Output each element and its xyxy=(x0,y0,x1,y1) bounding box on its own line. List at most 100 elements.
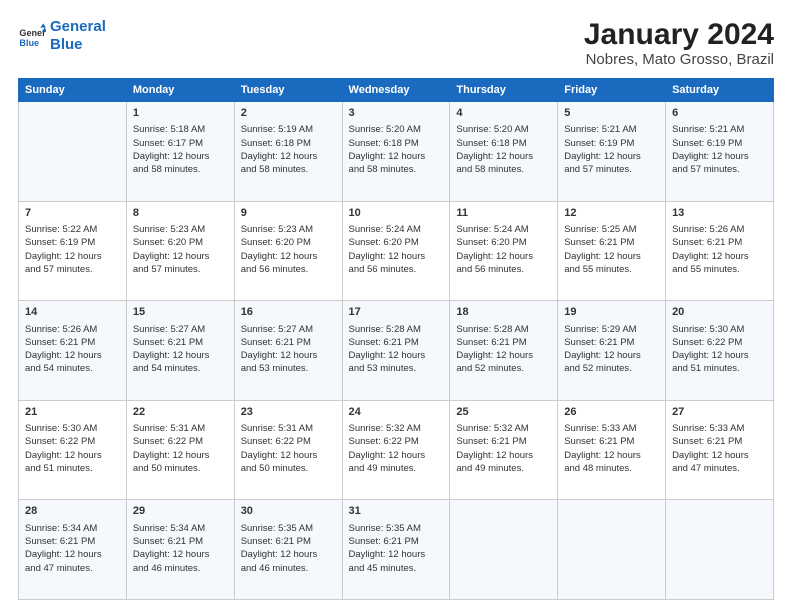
day-info: Sunrise: 5:31 AM Sunset: 6:22 PM Dayligh… xyxy=(241,422,336,475)
calendar-week-row: 21Sunrise: 5:30 AM Sunset: 6:22 PM Dayli… xyxy=(19,400,774,500)
calendar-cell: 28 Sunrise: 5:34 AM Sunset: 6:21 PM Dayli… xyxy=(19,500,127,600)
day-number: 7 xyxy=(25,206,120,221)
calendar-week-row: 28 Sunrise: 5:34 AM Sunset: 6:21 PM Dayli… xyxy=(19,500,774,600)
calendar-cell: 5Sunrise: 5:21 AM Sunset: 6:19 PM Daylig… xyxy=(558,102,666,202)
calendar-cell xyxy=(558,500,666,600)
day-info: Sunrise: 5:22 AM Sunset: 6:19 PM Dayligh… xyxy=(25,223,120,276)
calendar-cell: 10 Sunrise: 5:24 AM Sunset: 6:20 PM Dayli… xyxy=(342,201,450,301)
day-number: 2 xyxy=(241,106,336,121)
day-number: 3 xyxy=(349,106,444,121)
day-info: Sunrise: 5:35 AM Sunset: 6:21 PM Dayligh… xyxy=(241,522,336,575)
svg-text:General: General xyxy=(19,28,46,38)
calendar-cell xyxy=(666,500,774,600)
col-sunday: Sunday xyxy=(19,79,127,102)
day-number: 1 xyxy=(133,106,228,121)
day-info: Sunrise: 5:28 AM Sunset: 6:21 PM Dayligh… xyxy=(349,323,444,376)
day-number: 24 xyxy=(349,405,444,420)
calendar-cell: 19 Sunrise: 5:29 AM Sunset: 6:21 PM Dayli… xyxy=(558,301,666,401)
calendar-cell: 20 Sunrise: 5:30 AM Sunset: 6:22 PM Dayli… xyxy=(666,301,774,401)
day-info: Sunrise: 5:30 AM Sunset: 6:22 PM Dayligh… xyxy=(672,323,767,376)
calendar-cell: 11Sunrise: 5:24 AM Sunset: 6:20 PM Dayli… xyxy=(450,201,558,301)
day-info: Sunrise: 5:20 AM Sunset: 6:18 PM Dayligh… xyxy=(349,123,444,176)
day-number: 10 xyxy=(349,206,444,221)
day-number: 19 xyxy=(564,305,659,320)
logo-text: GeneralBlue xyxy=(50,18,106,54)
calendar-cell: 6Sunrise: 5:21 AM Sunset: 6:19 PM Daylig… xyxy=(666,102,774,202)
day-info: Sunrise: 5:32 AM Sunset: 6:22 PM Dayligh… xyxy=(349,422,444,475)
day-number: 31 xyxy=(349,504,444,519)
col-monday: Monday xyxy=(126,79,234,102)
day-number: 30 xyxy=(241,504,336,519)
calendar-cell: 7 Sunrise: 5:22 AM Sunset: 6:19 PM Daylig… xyxy=(19,201,127,301)
calendar-cell: 26 Sunrise: 5:33 AM Sunset: 6:21 PM Dayli… xyxy=(558,400,666,500)
calendar-cell: 23 Sunrise: 5:31 AM Sunset: 6:22 PM Dayli… xyxy=(234,400,342,500)
day-number: 8 xyxy=(133,206,228,221)
calendar-cell: 22 Sunrise: 5:31 AM Sunset: 6:22 PM Dayli… xyxy=(126,400,234,500)
main-title: January 2024 xyxy=(584,18,774,51)
col-friday: Friday xyxy=(558,79,666,102)
day-number: 14 xyxy=(25,305,120,320)
day-info: Sunrise: 5:19 AM Sunset: 6:18 PM Dayligh… xyxy=(241,123,336,176)
day-number: 15 xyxy=(133,305,228,320)
col-thursday: Thursday xyxy=(450,79,558,102)
day-number: 28 xyxy=(25,504,120,519)
svg-text:Blue: Blue xyxy=(19,38,39,48)
day-number: 4 xyxy=(456,106,551,121)
day-info: Sunrise: 5:27 AM Sunset: 6:21 PM Dayligh… xyxy=(133,323,228,376)
day-info: Sunrise: 5:33 AM Sunset: 6:21 PM Dayligh… xyxy=(564,422,659,475)
day-number: 5 xyxy=(564,106,659,121)
calendar-cell: 21Sunrise: 5:30 AM Sunset: 6:22 PM Dayli… xyxy=(19,400,127,500)
day-info: Sunrise: 5:32 AM Sunset: 6:21 PM Dayligh… xyxy=(456,422,551,475)
calendar-cell: 13 Sunrise: 5:26 AM Sunset: 6:21 PM Dayli… xyxy=(666,201,774,301)
day-number: 22 xyxy=(133,405,228,420)
day-info: Sunrise: 5:18 AM Sunset: 6:17 PM Dayligh… xyxy=(133,123,228,176)
calendar-table: Sunday Monday Tuesday Wednesday Thursday… xyxy=(18,78,774,600)
day-info: Sunrise: 5:29 AM Sunset: 6:21 PM Dayligh… xyxy=(564,323,659,376)
calendar-cell: 3 Sunrise: 5:20 AM Sunset: 6:18 PM Daylig… xyxy=(342,102,450,202)
day-info: Sunrise: 5:23 AM Sunset: 6:20 PM Dayligh… xyxy=(241,223,336,276)
col-saturday: Saturday xyxy=(666,79,774,102)
calendar-cell: 15 Sunrise: 5:27 AM Sunset: 6:21 PM Dayli… xyxy=(126,301,234,401)
day-number: 27 xyxy=(672,405,767,420)
day-number: 26 xyxy=(564,405,659,420)
title-block: January 2024 Nobres, Mato Grosso, Brazil xyxy=(584,18,774,68)
calendar-week-row: 14 Sunrise: 5:26 AM Sunset: 6:21 PM Dayli… xyxy=(19,301,774,401)
calendar-cell: 8 Sunrise: 5:23 AM Sunset: 6:20 PM Daylig… xyxy=(126,201,234,301)
day-info: Sunrise: 5:23 AM Sunset: 6:20 PM Dayligh… xyxy=(133,223,228,276)
day-number: 20 xyxy=(672,305,767,320)
calendar-cell: 12 Sunrise: 5:25 AM Sunset: 6:21 PM Dayli… xyxy=(558,201,666,301)
calendar-cell: 25 Sunrise: 5:32 AM Sunset: 6:21 PM Dayli… xyxy=(450,400,558,500)
day-number: 25 xyxy=(456,405,551,420)
logo-icon: General Blue xyxy=(18,22,46,50)
calendar-cell: 14 Sunrise: 5:26 AM Sunset: 6:21 PM Dayli… xyxy=(19,301,127,401)
day-info: Sunrise: 5:34 AM Sunset: 6:21 PM Dayligh… xyxy=(25,522,120,575)
calendar-cell: 18Sunrise: 5:28 AM Sunset: 6:21 PM Dayli… xyxy=(450,301,558,401)
calendar-cell xyxy=(19,102,127,202)
day-number: 13 xyxy=(672,206,767,221)
day-number: 16 xyxy=(241,305,336,320)
calendar-cell: 29Sunrise: 5:34 AM Sunset: 6:21 PM Dayli… xyxy=(126,500,234,600)
logo: General Blue GeneralBlue xyxy=(18,18,106,54)
day-info: Sunrise: 5:26 AM Sunset: 6:21 PM Dayligh… xyxy=(672,223,767,276)
calendar-cell xyxy=(450,500,558,600)
day-info: Sunrise: 5:26 AM Sunset: 6:21 PM Dayligh… xyxy=(25,323,120,376)
day-info: Sunrise: 5:21 AM Sunset: 6:19 PM Dayligh… xyxy=(672,123,767,176)
calendar-cell: 1 Sunrise: 5:18 AM Sunset: 6:17 PM Daylig… xyxy=(126,102,234,202)
day-info: Sunrise: 5:25 AM Sunset: 6:21 PM Dayligh… xyxy=(564,223,659,276)
day-info: Sunrise: 5:35 AM Sunset: 6:21 PM Dayligh… xyxy=(349,522,444,575)
calendar-cell: 24 Sunrise: 5:32 AM Sunset: 6:22 PM Dayli… xyxy=(342,400,450,500)
day-info: Sunrise: 5:33 AM Sunset: 6:21 PM Dayligh… xyxy=(672,422,767,475)
calendar-cell: 4 Sunrise: 5:20 AM Sunset: 6:18 PM Daylig… xyxy=(450,102,558,202)
calendar-week-row: 1 Sunrise: 5:18 AM Sunset: 6:17 PM Daylig… xyxy=(19,102,774,202)
subtitle: Nobres, Mato Grosso, Brazil xyxy=(584,51,774,68)
page-header: General Blue GeneralBlue January 2024 No… xyxy=(18,18,774,68)
day-info: Sunrise: 5:24 AM Sunset: 6:20 PM Dayligh… xyxy=(349,223,444,276)
calendar-cell: 17Sunrise: 5:28 AM Sunset: 6:21 PM Dayli… xyxy=(342,301,450,401)
day-number: 12 xyxy=(564,206,659,221)
day-number: 23 xyxy=(241,405,336,420)
calendar-cell: 16Sunrise: 5:27 AM Sunset: 6:21 PM Dayli… xyxy=(234,301,342,401)
day-info: Sunrise: 5:28 AM Sunset: 6:21 PM Dayligh… xyxy=(456,323,551,376)
day-info: Sunrise: 5:20 AM Sunset: 6:18 PM Dayligh… xyxy=(456,123,551,176)
day-info: Sunrise: 5:24 AM Sunset: 6:20 PM Dayligh… xyxy=(456,223,551,276)
day-info: Sunrise: 5:31 AM Sunset: 6:22 PM Dayligh… xyxy=(133,422,228,475)
